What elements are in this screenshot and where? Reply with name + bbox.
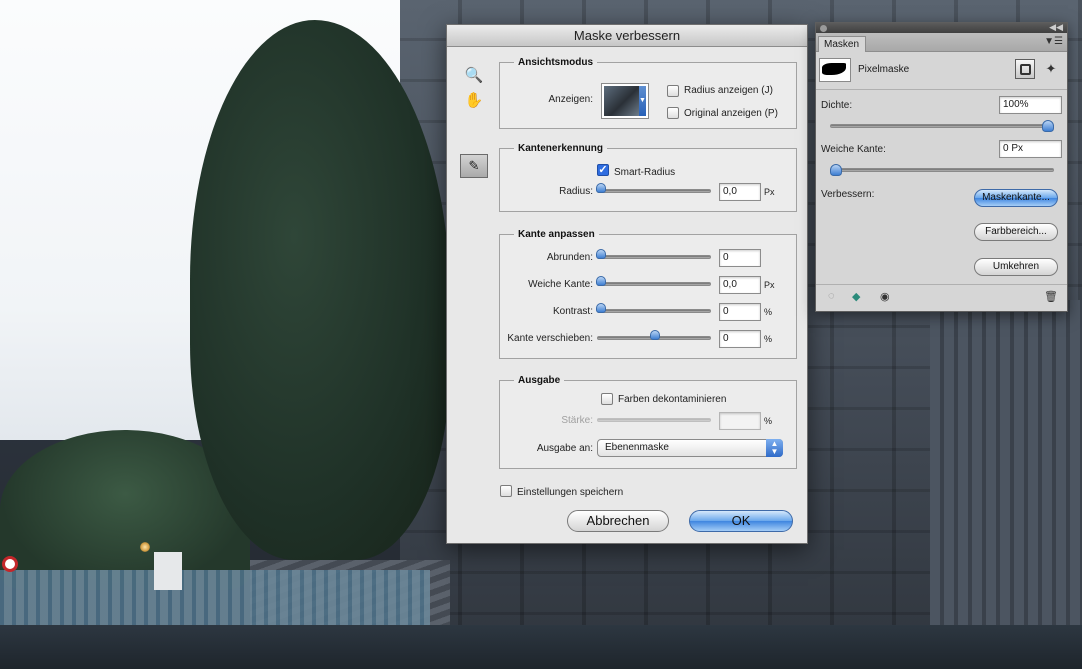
decontaminate-colors-checkbox[interactable] [601,393,613,405]
show-radius-checkbox[interactable] [667,85,679,97]
feather-panel-label: Weiche Kante: [821,144,886,155]
density-label: Dichte: [821,100,853,111]
refine-label: Verbessern: [821,189,875,200]
feather-panel-slider-thumb[interactable] [830,164,842,176]
background-lamp [140,542,150,552]
output-legend: Ausgabe [518,375,561,386]
view-mode-thumbnail [604,86,639,116]
feather-slider-thumb[interactable] [596,276,606,286]
smooth-input[interactable]: 0 [719,249,761,267]
output-to-select[interactable]: Ebenenmaske ▲ ▼ [597,439,783,457]
density-slider[interactable] [830,124,1054,128]
amount-input [719,412,761,430]
close-icon[interactable] [820,25,827,32]
show-radius-label: Radius anzeigen (J) [684,85,773,96]
apply-mask-icon[interactable]: ◆ [852,290,860,303]
trash-icon[interactable]: 🗑 [1044,290,1058,303]
view-mode-legend: Ansichtsmodus [518,57,594,68]
smooth-label: Abrunden: [546,252,593,263]
select-arrows-icon: ▲ ▼ [766,439,783,457]
adjust-edge-legend: Kante anpassen [518,229,595,240]
ok-button[interactable]: OK [689,510,793,532]
visibility-eye-icon[interactable]: ◉ [880,290,890,303]
color-range-button[interactable]: Farbbereich... [974,223,1058,241]
tab-masks[interactable]: Masken [818,36,866,52]
density-slider-thumb[interactable] [1042,120,1054,132]
mask-thumbnail [819,58,851,82]
mask-from-selection-icon[interactable]: ◌ [828,290,835,302]
radius-unit: Px [764,187,775,197]
radius-label: Radius: [559,186,593,197]
hand-icon[interactable]: ✋ [463,90,485,110]
radius-slider-thumb[interactable] [596,183,606,193]
radius-slider[interactable] [597,189,711,193]
background-poster [154,552,182,590]
feather-panel-slider[interactable] [830,168,1054,172]
masks-panel: ◀◀ Masken ▼☰ Pixelmaske ✦ Dichte: 100% W… [815,22,1068,312]
radius-input[interactable]: 0,0 [719,183,761,201]
panel-title-bar[interactable]: ◀◀ [816,22,1067,33]
separator [816,89,1067,90]
amount-slider [597,418,711,422]
output-to-value: Ebenenmaske [605,442,669,453]
feather-label: Weiche Kante: [528,279,593,290]
mask-type-label: Pixelmaske [858,64,910,75]
remember-settings-checkbox[interactable] [500,485,512,497]
background-railing [0,570,430,630]
invert-button[interactable]: Umkehren [974,258,1058,276]
background-building-facade [930,300,1082,669]
vector-mask-icon[interactable]: ✦ [1041,59,1061,79]
view-mode-preview-dropdown[interactable]: ▼ [601,83,649,119]
background-ground [0,625,1082,669]
decontaminate-colors-label: Farben dekontaminieren [618,394,727,405]
smooth-slider[interactable] [597,255,711,259]
feather-unit: Px [764,280,775,290]
contrast-unit: % [764,307,773,317]
smooth-slider-thumb[interactable] [596,249,606,259]
shift-edge-label: Kante verschieben: [507,333,593,344]
contrast-label: Kontrast: [552,306,593,317]
edge-detection-legend: Kantenerkennung [518,143,604,154]
output-to-label: Ausgabe an: [536,443,593,454]
feather-input[interactable]: 0,0 [719,276,761,294]
refine-radius-brush-icon[interactable]: ✎ [460,154,488,178]
amount-label: Stärke: [561,415,593,426]
dropdown-arrow-icon: ▼ [639,86,646,116]
dialog-title[interactable]: Maske verbessern [447,25,807,47]
smart-radius-checkbox[interactable]: ✓ [597,164,609,176]
amount-unit: % [764,416,773,426]
feather-panel-input[interactable]: 0 Px [999,140,1062,158]
contrast-input[interactable]: 0 [719,303,761,321]
remember-settings-label: Einstellungen speichern [517,487,624,498]
background-traffic-sign [2,556,18,572]
refine-mask-dialog: Maske verbessern 🔍 ✋ ✎ Ansichtsmodus Anz… [446,24,808,544]
feather-slider[interactable] [597,282,711,286]
show-original-checkbox[interactable] [667,107,679,119]
panel-tab-bar: Masken ▼☰ [816,33,1067,52]
shift-edge-slider-thumb[interactable] [650,330,660,340]
density-input[interactable]: 100% [999,96,1062,114]
mask-edge-button[interactable]: Maskenkante... [974,189,1058,207]
separator [816,284,1067,285]
cancel-button[interactable]: Abbrechen [567,510,669,532]
panel-menu-icon[interactable]: ▼☰ [1044,36,1063,47]
show-original-label: Original anzeigen (P) [684,108,778,119]
shift-edge-input[interactable]: 0 [719,330,761,348]
show-label: Anzeigen: [548,94,593,105]
pixel-mask-icon[interactable] [1015,59,1035,79]
contrast-slider-thumb[interactable] [596,303,606,313]
smart-radius-label: Smart-Radius [614,167,676,178]
shift-edge-unit: % [764,334,773,344]
mask-shape [822,63,846,75]
zoom-icon[interactable]: 🔍 [463,65,485,85]
contrast-slider[interactable] [597,309,711,313]
collapse-icon[interactable]: ◀◀ [1049,22,1063,33]
